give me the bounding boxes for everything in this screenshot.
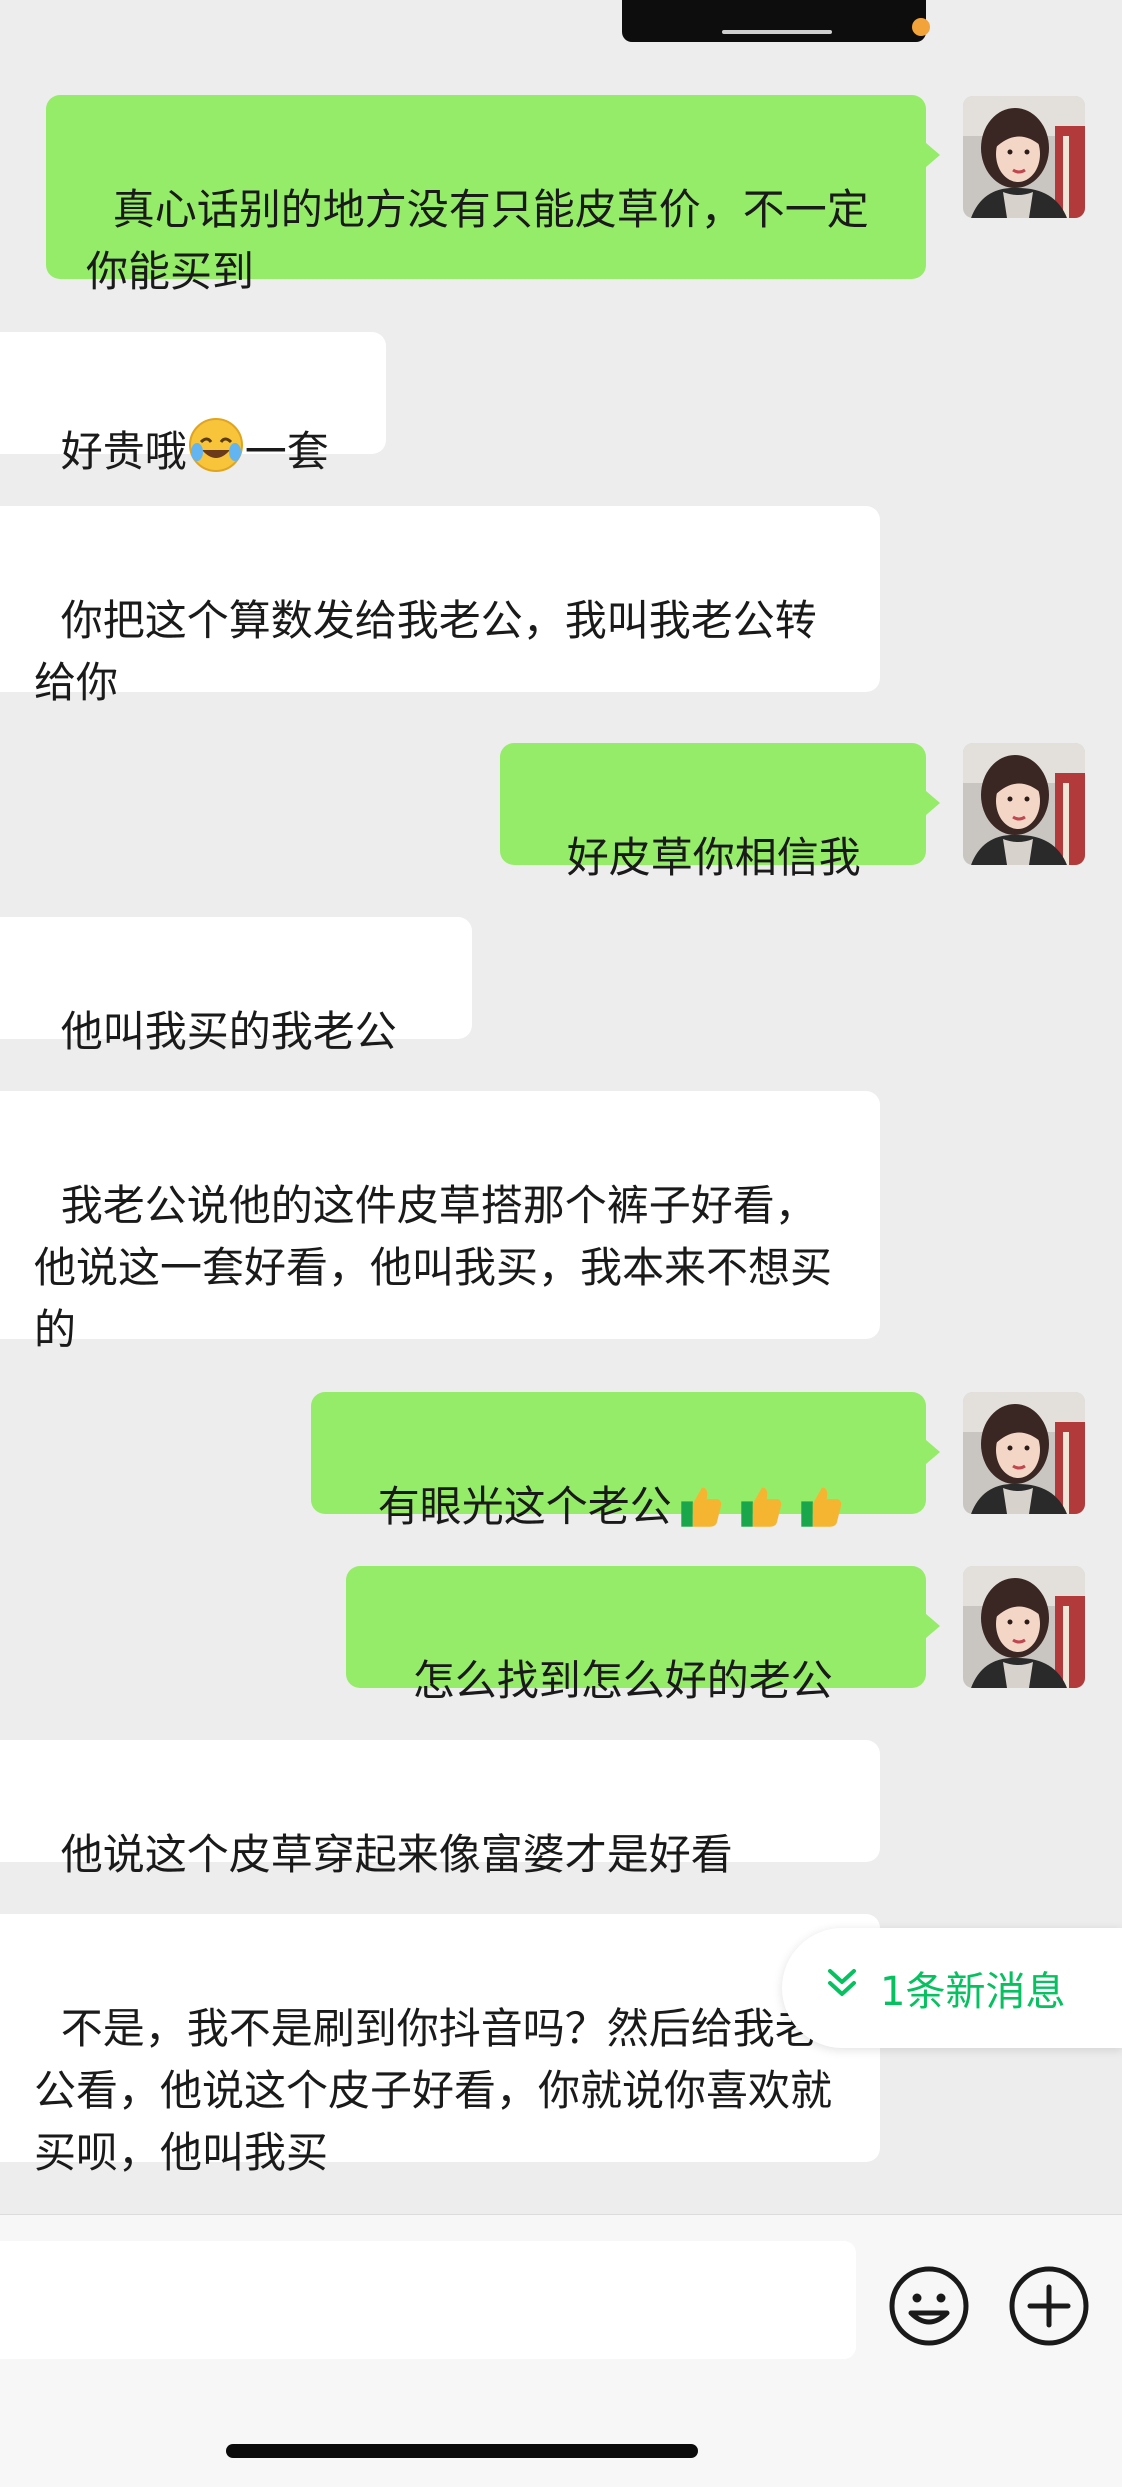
home-indicator — [226, 2444, 698, 2458]
message-incoming[interactable]: 我老公说他的这件皮草搭那个裤子好看，他说这一套好看，他叫我买，我本来不想买的 — [0, 1091, 880, 1354]
double-chevron-down-icon — [824, 1965, 860, 2011]
message-text: 真心话别的地方没有只能皮草价，不一定你能买到 — [86, 185, 869, 296]
indicator-dot — [912, 18, 930, 36]
plus-icon[interactable] — [1006, 2263, 1092, 2349]
message-incoming[interactable]: 不是，我不是刷到你抖音吗？然后给我老公看，他说这个皮子好看，你就说你喜欢就买呗，… — [0, 1914, 880, 2177]
message-text: 好贵哦 — [60, 427, 187, 476]
input-bar — [0, 2214, 1122, 2487]
emoji-icon[interactable] — [886, 2263, 972, 2349]
video-preview-bottom[interactable] — [622, 0, 930, 42]
my-avatar[interactable] — [963, 1566, 1085, 1688]
message-text: 他叫我买的我老公 — [60, 1007, 397, 1056]
new-message-pill[interactable]: 1条新消息 — [782, 1928, 1122, 2048]
new-message-label: 1条新消息 — [880, 1969, 1066, 2015]
message-text-suffix: 一套 — [244, 427, 329, 476]
thumbs-up-icon — [732, 1483, 792, 1546]
message-input[interactable] — [0, 2241, 856, 2359]
message-text: 有眼光这个老公 — [377, 1482, 672, 1531]
message-text: 我老公说他的这件皮草搭那个裤子好看，他说这一套好看，他叫我买，我本来不想买的 — [34, 1181, 833, 1354]
message-outgoing[interactable]: 怎么找到怎么好的老公 — [346, 1566, 940, 1705]
thumbs-up-icon — [672, 1483, 732, 1546]
message-text: 好皮草你相信我 — [566, 833, 861, 882]
my-avatar[interactable] — [963, 743, 1085, 865]
message-incoming[interactable]: 他说这个皮草穿起来像富婆才是好看 — [0, 1740, 880, 1879]
message-text: 你把这个算数发给我老公，我叫我老公转给你 — [34, 596, 817, 707]
message-outgoing[interactable]: 真心话别的地方没有只能皮草价，不一定你能买到 — [46, 95, 940, 296]
laughing-crying-emoji-icon — [187, 416, 245, 491]
message-text: 怎么找到怎么好的老公 — [412, 1656, 833, 1705]
thumbs-up-icon — [792, 1483, 852, 1546]
message-outgoing[interactable]: 有眼光这个老公 — [311, 1392, 940, 1531]
my-avatar[interactable] — [963, 1392, 1085, 1514]
my-avatar[interactable] — [963, 96, 1085, 218]
message-incoming[interactable]: 你把这个算数发给我老公，我叫我老公转给你 — [0, 506, 880, 707]
message-incoming[interactable]: 好贵哦 一套 — [0, 332, 386, 476]
message-text: 他说这个皮草穿起来像富婆才是好看 — [60, 1830, 733, 1879]
message-outgoing[interactable]: 好皮草你相信我 — [500, 743, 940, 882]
message-incoming[interactable]: 他叫我买的我老公 — [0, 917, 472, 1056]
progress-bar — [722, 30, 832, 34]
message-text: 不是，我不是刷到你抖音吗？然后给我老公看，他说这个皮子好看，你就说你喜欢就买呗，… — [34, 2004, 833, 2177]
